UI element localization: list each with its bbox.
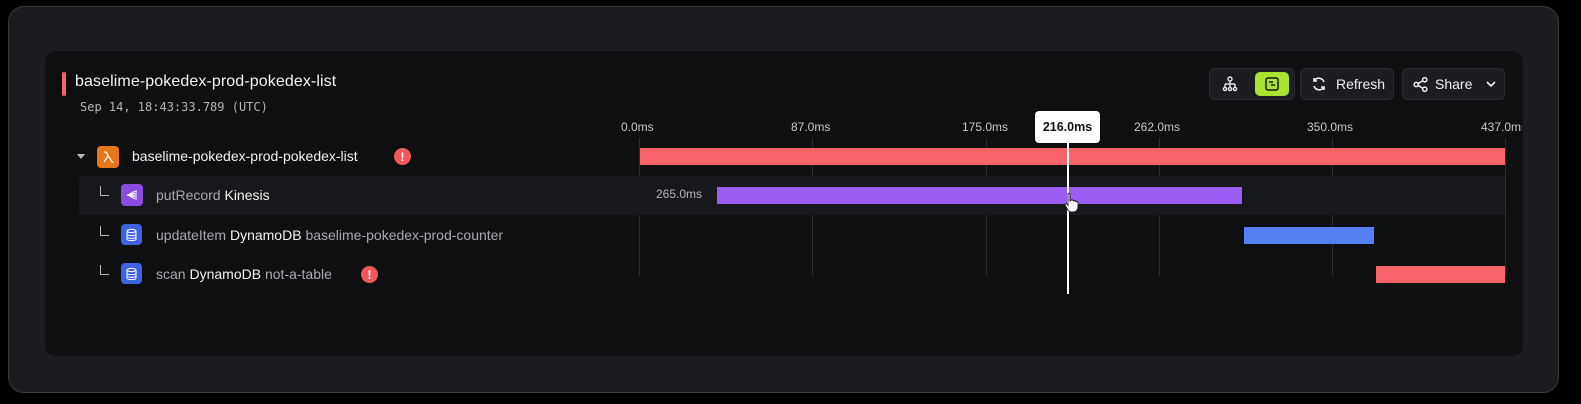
span-operation: putRecord	[156, 187, 221, 203]
timeline-tick: 175.0ms	[962, 120, 1009, 134]
error-icon: !	[361, 266, 378, 283]
trace-title: baselime-pokedex-prod-pokedex-list	[75, 73, 337, 90]
timeline-icon	[1265, 77, 1279, 91]
span-service: DynamoDB	[189, 266, 262, 282]
trace-timestamp: Sep 14, 18:43:33.789 (UTC)	[80, 100, 268, 114]
gridline	[1505, 138, 1506, 276]
hierarchy-icon	[1222, 76, 1238, 92]
tree-connector	[100, 186, 109, 196]
timeline-tick: 0.0ms	[621, 120, 654, 134]
span-label[interactable]: updateItem DynamoDB baselime-pokedex-pro…	[156, 227, 503, 243]
share-label: Share	[1435, 76, 1473, 92]
span-operation: updateItem	[156, 227, 227, 243]
refresh-button[interactable]: Refresh	[1300, 68, 1394, 100]
collapse-caret-icon[interactable]	[77, 154, 85, 159]
span-operation: scan	[156, 266, 186, 282]
view-toggle	[1209, 68, 1295, 100]
timeline-tick: 437.0ms	[1481, 120, 1522, 134]
span-bar[interactable]	[1376, 266, 1505, 283]
title-accent	[62, 72, 66, 96]
timeline-tick: 350.0ms	[1307, 120, 1354, 134]
time-cursor-label: 216.0ms	[1035, 111, 1100, 143]
timeline-tick: 262.0ms	[1134, 120, 1181, 134]
timeline-tick: 87.0ms	[791, 120, 831, 134]
refresh-label: Refresh	[1336, 76, 1386, 92]
tree-connector	[100, 265, 109, 275]
hand-pointer-icon	[1064, 192, 1079, 213]
dynamodb-icon	[121, 224, 142, 245]
share-icon	[1413, 76, 1428, 92]
time-cursor-line[interactable]	[1067, 138, 1069, 294]
share-button[interactable]: Share	[1402, 68, 1505, 100]
dynamodb-icon	[121, 263, 142, 284]
error-icon: !	[394, 148, 411, 165]
timeline-view-button[interactable]	[1255, 72, 1289, 96]
span-bar[interactable]	[1243, 227, 1375, 244]
span-bar[interactable]	[717, 187, 1242, 204]
span-resource: not-a-table	[264, 266, 332, 282]
kinesis-icon	[121, 184, 143, 206]
span-label[interactable]: putRecord Kinesis	[156, 187, 270, 203]
chevron-down-icon	[1486, 81, 1496, 88]
lambda-icon	[97, 146, 119, 168]
tree-connector	[100, 226, 109, 236]
span-name[interactable]: baselime-pokedex-prod-pokedex-list	[132, 148, 358, 164]
span-label[interactable]: scan DynamoDB not-a-table	[156, 266, 332, 282]
tree-view-button[interactable]	[1213, 72, 1247, 96]
refresh-icon	[1313, 77, 1325, 91]
span-bar[interactable]	[640, 148, 1505, 165]
span-service: Kinesis	[224, 187, 270, 203]
span-resource: baselime-pokedex-prod-counter	[305, 227, 504, 243]
span-service: DynamoDB	[229, 227, 302, 243]
span-duration: 265.0ms	[656, 187, 703, 201]
